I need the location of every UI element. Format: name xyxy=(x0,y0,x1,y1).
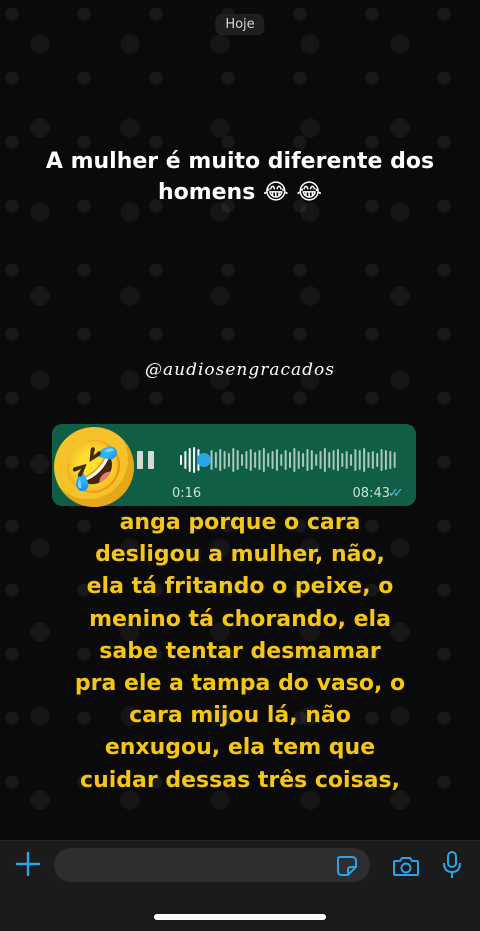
plus-icon[interactable] xyxy=(14,850,42,878)
waveform-bar xyxy=(271,451,274,469)
waveform-bar xyxy=(315,454,318,466)
video-overlay-title: A mulher é muito diferente dos homens 😂 … xyxy=(45,149,435,205)
waveform-bar xyxy=(254,452,257,468)
waveform-bar xyxy=(210,450,213,470)
waveform-bar xyxy=(354,449,357,471)
waveform-bar xyxy=(241,454,244,466)
waveform-bar xyxy=(275,449,278,471)
waveform-bar xyxy=(367,452,370,468)
waveform-bar xyxy=(258,450,261,470)
message-time: 08:43 xyxy=(352,486,390,501)
waveform-bar xyxy=(193,447,196,473)
video-caption: anga porque o cara desligou a mulher, nã… xyxy=(74,510,406,793)
waveform-bar xyxy=(280,454,283,466)
waveform-bar xyxy=(341,453,344,467)
sticker-icon[interactable] xyxy=(336,855,358,877)
waveform-bar xyxy=(297,451,300,469)
waveform-bar xyxy=(376,453,379,467)
waveform-bar xyxy=(350,454,353,466)
waveform-bar xyxy=(219,449,222,471)
waveform-bar xyxy=(284,450,287,470)
waveform-bar xyxy=(289,452,291,468)
waveform-bar xyxy=(345,451,348,469)
waveform-bar xyxy=(245,451,248,469)
read-receipt-icon: ✓✓ xyxy=(388,486,404,501)
waveform-bar xyxy=(249,449,252,471)
waveform-bar xyxy=(184,451,187,469)
waveform-bar xyxy=(188,448,191,472)
voice-message-avatar: 🤣 xyxy=(54,427,134,507)
waveform-bar xyxy=(180,455,182,465)
home-indicator xyxy=(154,914,326,920)
waveform-bar xyxy=(236,450,239,470)
message-input[interactable] xyxy=(54,848,370,882)
waveform-bar xyxy=(389,451,392,469)
waveform-bar xyxy=(332,450,335,470)
waveform-bar xyxy=(214,452,217,468)
waveform-bar xyxy=(302,453,305,467)
pause-button[interactable] xyxy=(137,451,157,469)
waveform-bar xyxy=(227,453,230,467)
waveform-bar xyxy=(328,452,331,468)
playback-head[interactable] xyxy=(196,453,211,467)
waveform-bar xyxy=(384,450,387,470)
waveform-bar xyxy=(293,448,296,472)
waveform-bar xyxy=(380,449,383,471)
date-chip: Hoje xyxy=(215,14,265,35)
waveform-bar xyxy=(358,450,361,470)
waveform-bar xyxy=(336,449,339,471)
waveform-bar xyxy=(310,450,313,470)
waveform-bar xyxy=(363,448,366,472)
microphone-icon[interactable] xyxy=(442,850,462,880)
waveform-bar xyxy=(306,449,309,471)
waveform-bar xyxy=(371,451,374,469)
camera-icon[interactable] xyxy=(392,855,420,877)
waveform-bar xyxy=(267,453,270,467)
waveform-bar xyxy=(393,452,396,468)
waveform-bar xyxy=(262,448,265,472)
watermark-handle: @audiosengracados xyxy=(144,360,335,380)
waveform-bar xyxy=(319,451,322,469)
audio-waveform[interactable] xyxy=(178,440,396,480)
voice-duration: 0:16 xyxy=(172,486,202,501)
waveform-bar xyxy=(323,448,326,472)
waveform-bar xyxy=(232,448,235,472)
waveform-bar xyxy=(223,451,226,469)
